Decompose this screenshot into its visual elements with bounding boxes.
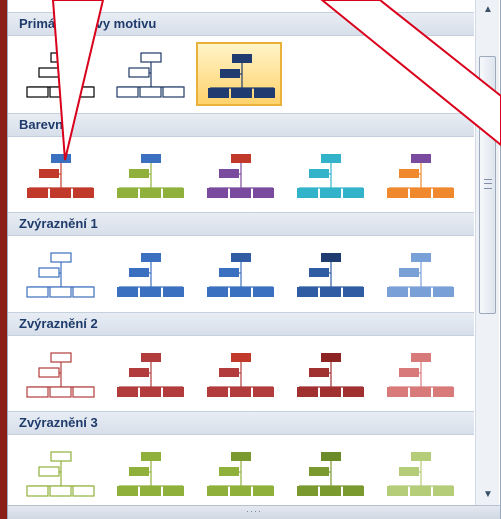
- color-option-accent1-filled-2[interactable]: [196, 242, 282, 306]
- arrow-up-icon[interactable]: ▲: [480, 2, 496, 18]
- color-option-colorful-orange[interactable]: [376, 143, 462, 207]
- color-option-accent2-filled-1[interactable]: [106, 342, 192, 406]
- org-chart-icon: [207, 154, 274, 198]
- smartart-color-gallery: Primární barvy motivu Barevný Zvýraznění 1…: [7, 0, 501, 519]
- color-option-colorful-aqua[interactable]: [286, 143, 372, 207]
- org-chart-icon: [297, 253, 364, 297]
- org-chart-icon: [117, 253, 184, 297]
- color-option-accent2-filled-3[interactable]: [286, 342, 372, 406]
- org-chart-icon: [26, 252, 95, 298]
- arrow-down-icon[interactable]: ▼: [480, 487, 496, 503]
- resize-grip[interactable]: ····: [8, 505, 500, 519]
- org-chart-icon: [297, 154, 364, 198]
- color-option-accent1-light[interactable]: [376, 242, 462, 306]
- org-chart-icon: [117, 154, 184, 198]
- color-option-primary-navy-filled[interactable]: [196, 42, 282, 106]
- thumbnail-row: [8, 435, 474, 505]
- color-option-accent3-filled-2[interactable]: [196, 441, 282, 505]
- color-option-primary-navy-outline[interactable]: [106, 42, 192, 106]
- thumbnail-row: [8, 336, 474, 412]
- org-chart-icon: [297, 452, 364, 496]
- scrollbar-thumb[interactable]: [479, 56, 496, 314]
- org-chart-icon: [117, 452, 184, 496]
- org-chart-icon: [387, 253, 454, 297]
- org-chart-icon: [27, 154, 94, 198]
- section-header: Zvýraznění 2: [8, 312, 474, 336]
- color-option-accent3-light[interactable]: [376, 441, 462, 505]
- org-chart-icon: [207, 452, 274, 496]
- org-chart-icon: [117, 353, 184, 397]
- org-chart-icon: [387, 353, 454, 397]
- vertical-scrollbar[interactable]: ▲ ▼: [475, 0, 499, 505]
- org-chart-icon: [207, 353, 274, 397]
- color-option-accent2-outline[interactable]: [16, 342, 102, 406]
- section-header: Barevný: [8, 113, 474, 137]
- color-option-primary-black-outline[interactable]: [16, 42, 102, 106]
- color-option-accent1-outline[interactable]: [16, 242, 102, 306]
- thumbnail-row: [8, 236, 474, 312]
- org-chart-icon: [297, 353, 364, 397]
- color-option-colorful-red[interactable]: [16, 143, 102, 207]
- color-option-accent3-outline[interactable]: [16, 441, 102, 505]
- color-option-accent1-filled-1[interactable]: [106, 242, 192, 306]
- color-option-accent3-filled-1[interactable]: [106, 441, 192, 505]
- color-option-accent2-light[interactable]: [376, 342, 462, 406]
- color-option-accent2-filled-2[interactable]: [196, 342, 282, 406]
- section-header: Zvýraznění 1: [8, 212, 474, 236]
- thumbnail-row: [8, 137, 474, 213]
- section-header: Primární barvy motivu: [8, 12, 474, 36]
- gallery-content: Primární barvy motivu Barevný Zvýraznění 1…: [8, 0, 474, 505]
- org-chart-icon: [387, 154, 454, 198]
- org-chart-icon: [26, 451, 95, 497]
- color-option-accent3-filled-3[interactable]: [286, 441, 372, 505]
- color-option-accent1-filled-3[interactable]: [286, 242, 372, 306]
- thumbnail-row: [8, 36, 474, 112]
- color-option-colorful-purple[interactable]: [196, 143, 282, 207]
- color-option-colorful-green[interactable]: [106, 143, 192, 207]
- grip-icon: [484, 179, 492, 189]
- org-chart-icon: [26, 352, 95, 398]
- org-chart-icon: [26, 52, 95, 98]
- org-chart-icon: [116, 52, 185, 98]
- section-header: Zvýraznění 3: [8, 411, 474, 435]
- org-chart-icon: [387, 452, 454, 496]
- org-chart-icon: [207, 253, 274, 297]
- org-chart-icon: [208, 54, 275, 98]
